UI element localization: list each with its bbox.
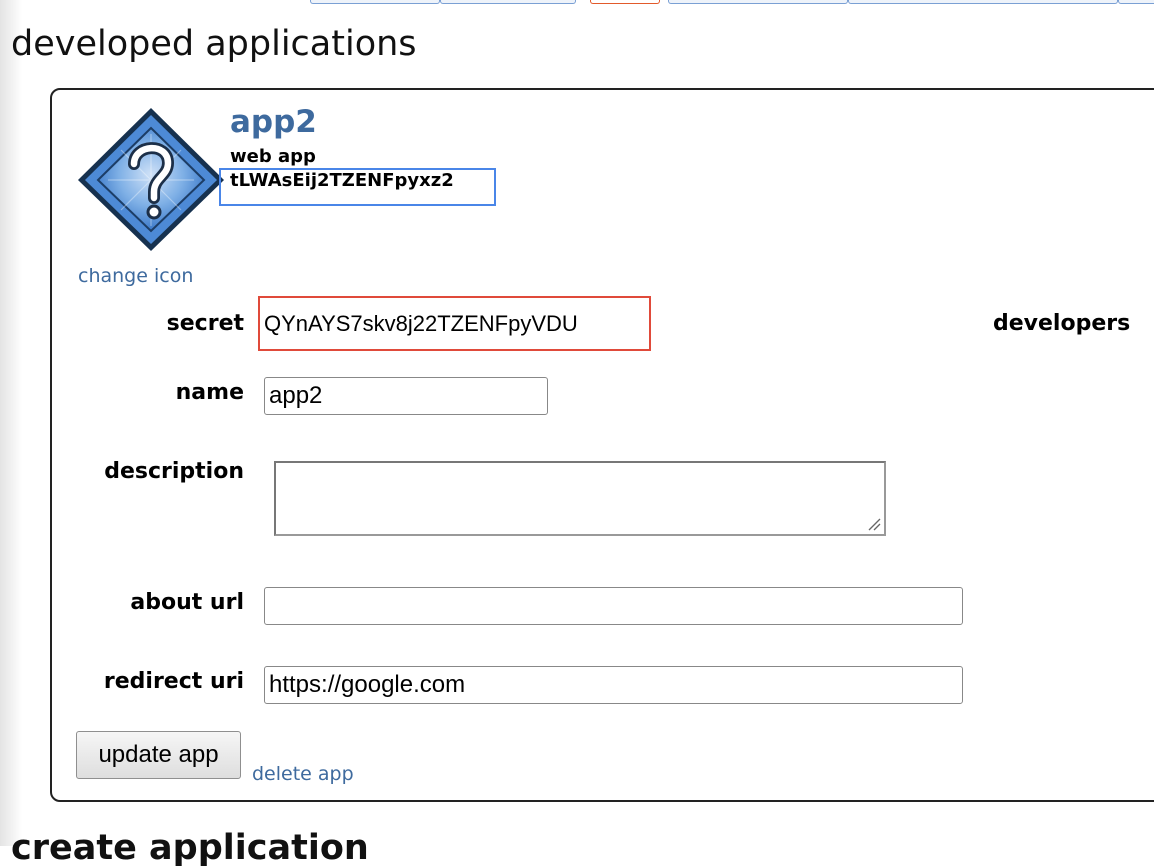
about-url-label: about url (130, 590, 244, 615)
secret-value: QYnAYS7skv8j22TZENFpyVDU (264, 311, 578, 336)
client-id: tLWAsEij2TZENFpyxz2 (230, 170, 454, 191)
next-section-title: create application (11, 828, 369, 868)
resize-grip-icon[interactable] (866, 516, 882, 532)
update-app-button[interactable]: update app (76, 731, 241, 779)
app-title: app2 (230, 104, 317, 140)
description-textarea[interactable] (274, 461, 886, 536)
tab-partial-2[interactable] (440, 0, 576, 4)
tab-partial-active[interactable] (590, 0, 660, 4)
developers-label: developers (993, 311, 1131, 336)
delete-app-link[interactable]: delete app (252, 763, 354, 785)
section-title: developed applications (11, 24, 417, 64)
name-label: name (175, 380, 244, 405)
redirect-uri-input[interactable] (264, 666, 963, 704)
tab-partial-3[interactable] (668, 0, 848, 4)
redirect-uri-label: redirect uri (103, 669, 244, 694)
tab-strip (0, 0, 1154, 6)
name-input[interactable] (264, 377, 548, 415)
about-url-input[interactable] (264, 587, 963, 625)
tab-partial-4[interactable] (848, 0, 1118, 4)
secret-label: secret (166, 311, 244, 336)
tab-partial-5[interactable] (1118, 0, 1154, 4)
question-mark-diamond-icon (76, 106, 226, 252)
page-edge-shadow (0, 0, 22, 846)
app-type: web app (230, 146, 316, 167)
tab-partial-1[interactable] (310, 0, 440, 4)
change-icon-link[interactable]: change icon (78, 265, 193, 287)
description-label: description (104, 459, 244, 484)
